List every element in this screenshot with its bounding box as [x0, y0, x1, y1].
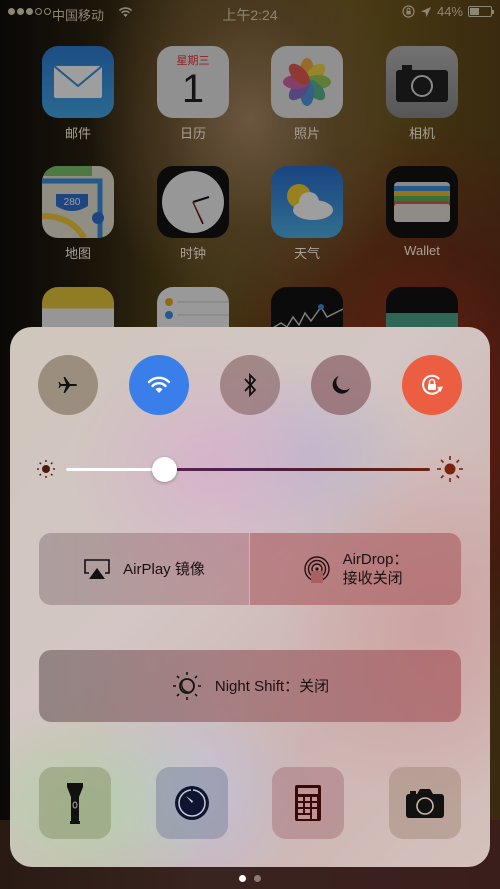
flashlight-icon: [67, 783, 83, 824]
app-calendar[interactable]: 星期三 1 日历: [157, 46, 229, 142]
control-center: AirPlay 镜像 AirDrop： 接收关闭 Night Shift：关闭: [10, 327, 490, 867]
orientation-lock-icon: [402, 5, 415, 18]
app-camera[interactable]: 相机: [386, 46, 458, 142]
sun-small-icon: [37, 460, 55, 478]
timer-button[interactable]: [156, 767, 228, 839]
weather-icon: [271, 166, 343, 238]
bluetooth-icon: [244, 372, 257, 398]
page-indicator: [0, 875, 500, 882]
airplane-mode-toggle[interactable]: [38, 355, 98, 415]
rotation-lock-icon: [422, 374, 443, 395]
moon-icon: [332, 376, 350, 394]
svg-text:280: 280: [64, 197, 81, 208]
app-clock[interactable]: 时钟: [157, 166, 229, 262]
toggle-row: [10, 355, 490, 415]
wifi-toggle[interactable]: [129, 355, 189, 415]
sun-large-icon: [437, 456, 463, 482]
airdrop-status: 接收关闭: [342, 570, 403, 587]
battery-icon: [468, 6, 494, 17]
airplane-icon: [58, 377, 77, 393]
do-not-disturb-toggle[interactable]: [311, 355, 371, 415]
calculator-button[interactable]: [272, 767, 344, 839]
rotation-lock-toggle[interactable]: [402, 355, 462, 415]
airdrop-button[interactable]: AirDrop： 接收关闭: [249, 533, 461, 605]
brightness-track[interactable]: [66, 457, 430, 482]
status-bar: 中国移动 上午2:24 44%: [0, 0, 500, 26]
camera-icon: [386, 46, 458, 118]
brightness-fill: [66, 468, 165, 471]
photos-icon: [271, 46, 343, 118]
night-shift-button[interactable]: Night Shift：关闭: [39, 650, 461, 722]
maps-icon: 280: [42, 166, 114, 238]
calendar-icon: 星期三 1: [157, 46, 229, 118]
night-shift-label: Night Shift：关闭: [214, 677, 330, 695]
shortcut-row: [10, 767, 490, 839]
airplay-airdrop-row: AirPlay 镜像 AirDrop： 接收关闭: [39, 533, 461, 605]
battery-percent: 44%: [436, 4, 463, 19]
clock-icon: [157, 166, 229, 238]
airplay-label: AirPlay 镜像: [123, 560, 205, 578]
brightness-thumb[interactable]: [152, 457, 178, 482]
page-dot-1[interactable]: [239, 875, 246, 882]
airdrop-icon: [303, 556, 330, 583]
airplay-button[interactable]: AirPlay 镜像: [39, 533, 249, 605]
timer-icon: [175, 786, 209, 820]
flashlight-button[interactable]: [39, 767, 111, 839]
location-arrow-icon: [420, 6, 431, 17]
mail-icon: [42, 46, 114, 118]
app-maps[interactable]: 280 地图: [42, 166, 114, 262]
night-shift-icon: [172, 672, 201, 700]
camera-button[interactable]: [389, 767, 461, 839]
bluetooth-toggle[interactable]: [220, 355, 280, 415]
brightness-slider[interactable]: [36, 455, 464, 483]
page-dot-2[interactable]: [254, 875, 261, 882]
app-wallet[interactable]: Wallet: [386, 166, 458, 258]
camera-icon: [406, 789, 444, 818]
app-photos[interactable]: 照片: [271, 46, 343, 142]
wifi-icon: [147, 376, 171, 393]
calculator-icon: [295, 785, 321, 821]
airdrop-title: AirDrop：: [342, 551, 409, 568]
app-weather[interactable]: 天气: [271, 166, 343, 262]
wallet-icon: [386, 166, 458, 238]
app-mail[interactable]: 邮件: [42, 46, 114, 142]
airplay-icon: [84, 559, 110, 579]
